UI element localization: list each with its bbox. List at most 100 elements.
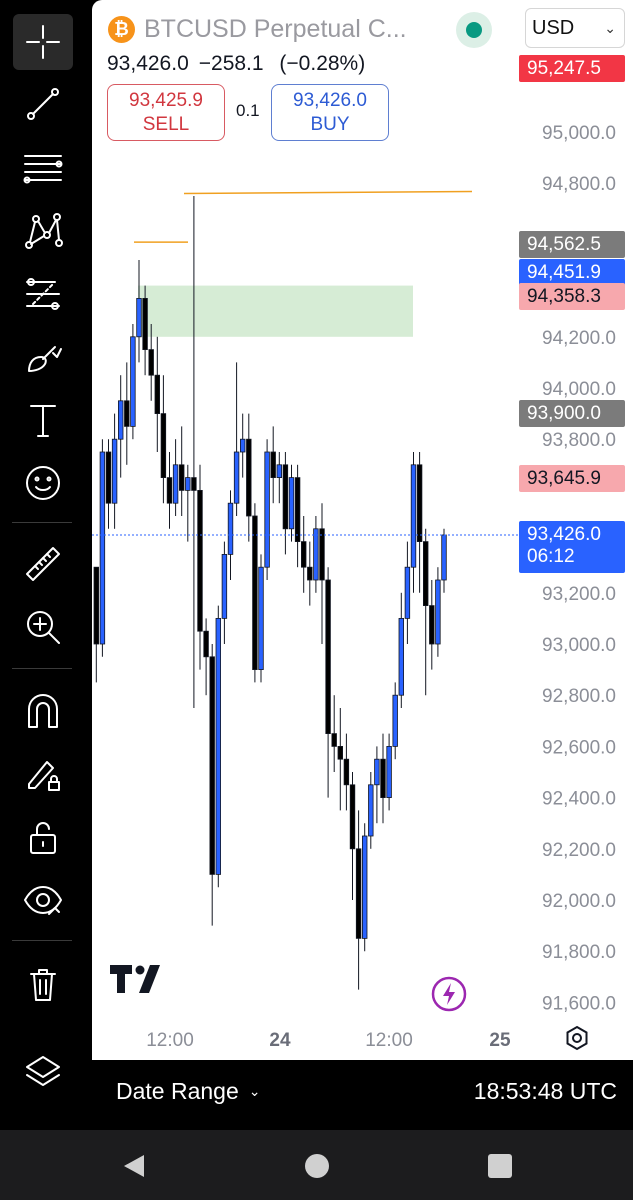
candle	[368, 772, 374, 849]
toolbar-divider	[12, 940, 72, 941]
toolbar-divider	[12, 522, 72, 523]
candle	[337, 708, 343, 811]
candle	[294, 464, 301, 568]
candle	[398, 592, 404, 708]
candle-body	[343, 758, 350, 786]
time-axis-tick: 12:00	[146, 1030, 194, 1051]
candle	[404, 541, 411, 644]
price-axis-tick: 94,200.0	[542, 328, 616, 349]
lock-drawing-tool[interactable]	[13, 746, 73, 802]
zoom-in-icon	[27, 611, 60, 644]
magnet-icon	[28, 694, 58, 728]
unlock-icon	[30, 822, 56, 854]
brush-tool[interactable]	[13, 329, 73, 385]
currency-select[interactable]: USD ⌄	[525, 8, 625, 48]
candle	[429, 580, 435, 670]
candle	[117, 375, 124, 478]
candle-body	[154, 374, 160, 415]
candle-body	[252, 515, 258, 671]
crosshair-icon	[26, 25, 60, 59]
text-tool[interactable]	[13, 392, 73, 448]
remove-drawings-tool[interactable]	[13, 956, 73, 1012]
candle-body	[264, 451, 270, 568]
lock-drawing-icon	[28, 761, 60, 791]
home-icon[interactable]	[303, 1152, 331, 1180]
candle	[130, 324, 136, 440]
candle-body	[368, 784, 374, 837]
emoji-tool[interactable]	[13, 455, 73, 511]
chart-settings-icon[interactable]	[564, 1025, 590, 1051]
trend-line-tool[interactable]	[13, 76, 73, 132]
fib-lines-tool[interactable]	[13, 140, 73, 196]
unlock-tool[interactable]	[13, 809, 73, 865]
candle	[270, 426, 276, 504]
candle-body	[422, 541, 429, 606]
symbol-name[interactable]: BTCUSD Perpetual C...	[144, 15, 407, 44]
quote-line: 93,426.0 −258.1 (−0.28%)	[107, 52, 365, 76]
candle	[435, 567, 441, 657]
candle	[197, 464, 203, 670]
layers-icon	[26, 1056, 60, 1086]
zoom-in-tool[interactable]	[13, 599, 73, 655]
date-range-button[interactable]: Date Range ⌄	[116, 1078, 260, 1105]
app-root: 95,000.0 94,800.0 94,200.0 94,000.0 93,800.0…	[0, 0, 633, 1200]
price-axis-tick: 91,600.0	[542, 993, 616, 1014]
back-icon[interactable]	[120, 1152, 148, 1180]
buy-button[interactable]: 93,426.0 BUY	[271, 84, 389, 141]
lightning-icon[interactable]	[431, 976, 467, 1012]
candle-body	[410, 464, 417, 568]
recents-icon[interactable]	[486, 1152, 514, 1180]
pattern-tool[interactable]	[13, 203, 73, 259]
ruler-tool[interactable]	[13, 536, 73, 592]
price-tag: 95,247.5	[519, 55, 625, 83]
candle-body	[93, 566, 99, 645]
candle	[264, 439, 270, 580]
price-axis-tick: 92,200.0	[542, 840, 616, 861]
price-axis-tick: 94,800.0	[542, 174, 616, 195]
time-axis-tick: 24	[269, 1030, 291, 1051]
candle-body	[386, 746, 392, 799]
sell-label: SELL	[142, 114, 190, 135]
candle	[276, 452, 282, 504]
current-price-value: 93,426.0	[527, 523, 601, 545]
magnet-tool[interactable]	[13, 683, 73, 739]
lot-size[interactable]: 0.1	[236, 101, 260, 121]
candle	[422, 528, 429, 696]
price-axis-tick: 92,800.0	[542, 686, 616, 707]
candle-body	[160, 413, 167, 479]
fib-lines-icon	[23, 155, 63, 184]
candle-body	[117, 400, 124, 440]
crosshair-tool[interactable]	[13, 14, 73, 70]
candle	[343, 733, 350, 811]
sell-button[interactable]: 93,425.9 SELL	[107, 84, 225, 141]
candle	[300, 516, 307, 593]
candle	[179, 426, 185, 516]
candle	[246, 413, 252, 542]
candle-body	[172, 464, 179, 504]
candle	[282, 452, 289, 555]
visibility-tool[interactable]	[13, 872, 73, 928]
supply-zone	[138, 285, 413, 337]
candle-body	[325, 579, 331, 735]
candle-body	[337, 746, 343, 760]
candle	[355, 810, 362, 990]
object-tree-tool[interactable]	[13, 1045, 73, 1101]
chevron-down-icon: ⌄	[604, 19, 616, 36]
chart-panel[interactable]: 95,000.0 94,800.0 94,200.0 94,000.0 93,800.0…	[92, 0, 633, 1060]
utc-clock[interactable]: 18:53:48 UTC	[474, 1078, 617, 1105]
symbol-header[interactable]: ₿ BTCUSD Perpetual C...	[108, 12, 407, 46]
price-axis-tick: 91,800.0	[542, 942, 616, 963]
candle-body	[233, 451, 240, 504]
candle-body	[239, 438, 246, 453]
time-axis-tick: 12:00	[365, 1030, 413, 1051]
date-range-label: Date Range	[116, 1078, 239, 1104]
candle-body	[319, 528, 325, 581]
candle	[331, 695, 337, 772]
market-status-indicator[interactable]	[456, 12, 492, 48]
candle	[136, 260, 142, 363]
forecast-tool[interactable]	[13, 266, 73, 322]
candle-body	[404, 566, 411, 619]
candle-body	[416, 464, 423, 542]
candle	[410, 452, 417, 593]
candle	[124, 362, 130, 465]
